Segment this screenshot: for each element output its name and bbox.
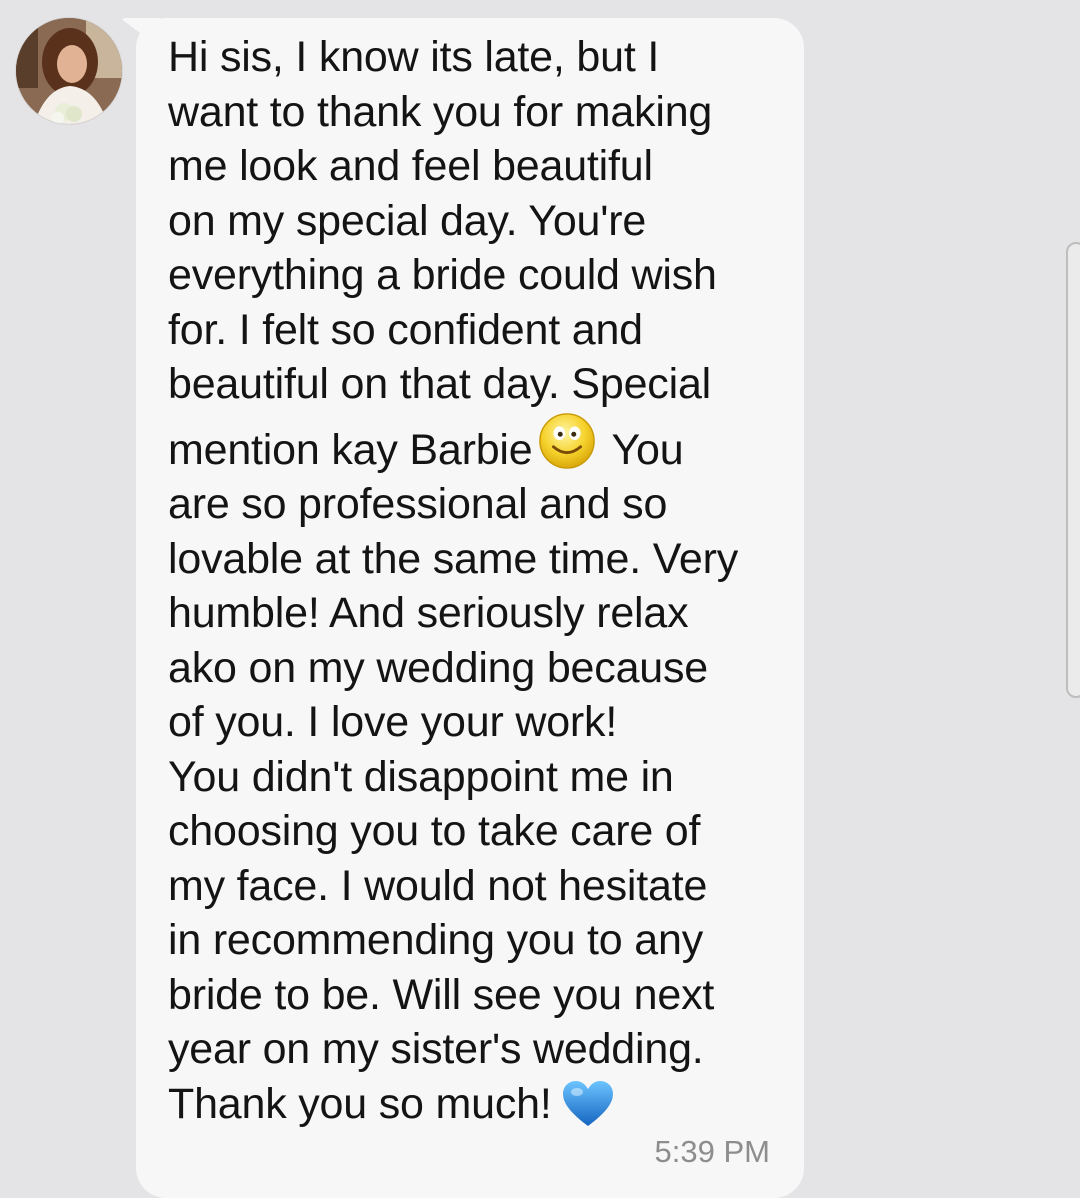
blue-heart-emoji-icon [562,1080,613,1126]
avatar-photo [16,18,122,124]
scroll-handle[interactable] [1066,242,1080,698]
sender-avatar[interactable] [16,18,122,124]
message-bubble[interactable]: Hi sis, I know its late, but I want to t… [136,18,804,1198]
message-text: Hi sis, I know its late, but I want to t… [168,30,788,1131]
message-timestamp: 5:39 PM [654,1134,770,1169]
message-text-part-1: Hi sis, I know its late, but I want to t… [168,33,717,474]
smiley-face-emoji-icon [539,412,596,469]
message-text-part-2: You are so professional and so lovable a… [168,425,739,1128]
